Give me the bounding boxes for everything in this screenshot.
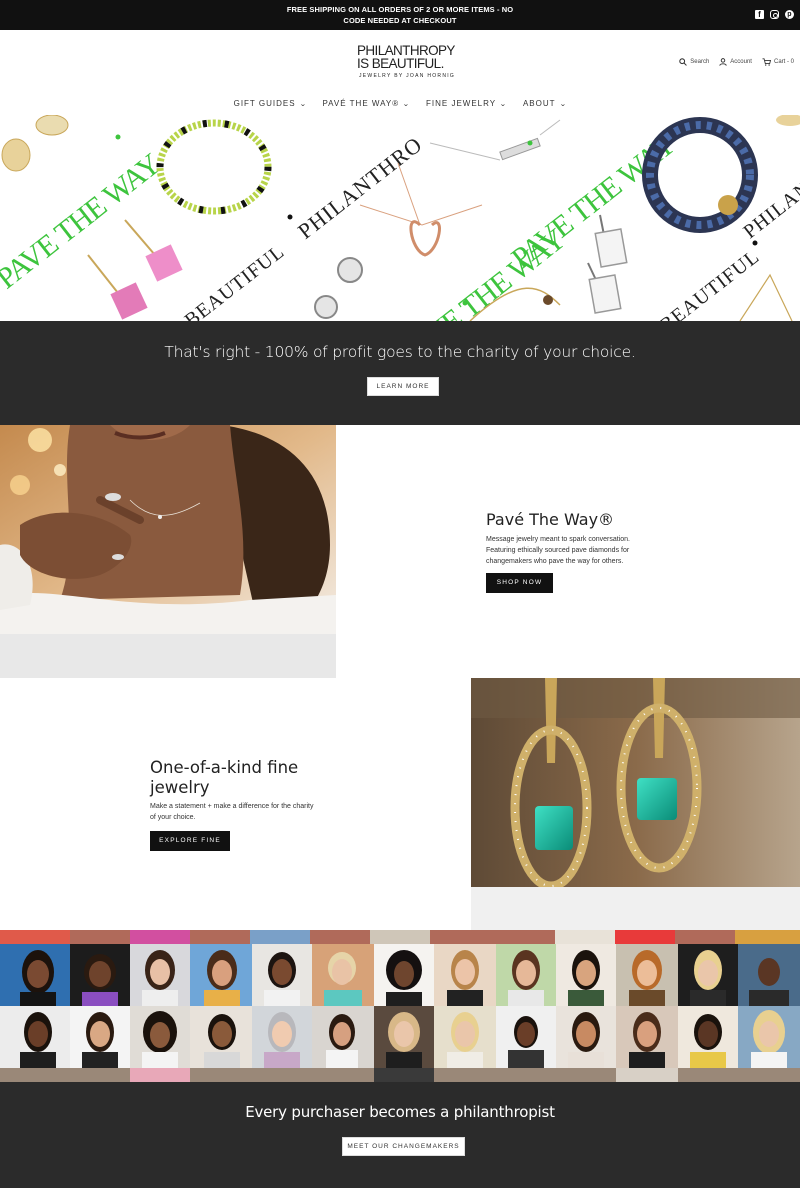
learn-more-button[interactable]: LEARN MORE — [367, 377, 439, 396]
account-link[interactable]: Account — [719, 58, 752, 66]
logo-tagline: JEWELRY BY JOAN HORNIG — [359, 73, 456, 79]
account-icon — [719, 58, 727, 66]
pave-description-line-2: Featuring ethically sourced pave diamond… — [486, 547, 630, 554]
cart-label: Cart - 0 — [773, 59, 794, 65]
chevron-down-icon: ⌄ — [499, 100, 508, 108]
changemakers-mosaic[interactable] — [0, 930, 800, 1082]
facebook-icon[interactable]: f — [755, 10, 764, 19]
emerald-earrings-photo[interactable] — [471, 678, 800, 887]
nav-gift-guides[interactable]: GIFT GUIDES ⌄ — [234, 99, 307, 108]
nav-pave-the-way[interactable]: PAVÉ THE WAY® ⌄ — [322, 99, 410, 108]
nav-fine-jewelry-label: FINE JEWELRY — [426, 99, 497, 108]
fine-description-line-2: of your choice. — [150, 814, 196, 821]
cart-icon — [762, 58, 771, 66]
fine-description-line-1: Make a statement + make a difference for… — [150, 803, 314, 810]
fine-title-line-1: One-of-a-kind fine — [150, 758, 299, 777]
announcement-bar: FREE SHIPPING ON ALL ORDERS OF 2 OR MORE… — [0, 0, 800, 30]
main-nav: GIFT GUIDES ⌄ PAVÉ THE WAY® ⌄ FINE JEWEL… — [0, 99, 800, 108]
shop-now-button[interactable]: SHOP NOW — [486, 573, 553, 593]
utility-nav: Search Account Cart - 0 — [679, 58, 794, 66]
search-label: Search — [690, 59, 710, 65]
changemakers-photo-grid — [0, 930, 800, 1082]
pave-title: Pavé The Way® — [486, 510, 615, 529]
chevron-down-icon: ⌄ — [298, 100, 308, 108]
brand-logo[interactable]: PHILANTHROPY IS BEAUTIFUL. JEWELRY BY JO… — [357, 43, 457, 79]
pinterest-icon[interactable]: p — [785, 10, 794, 19]
emerald-earrings-image — [471, 678, 800, 887]
search-link[interactable]: Search — [679, 58, 709, 66]
fine-photo-backdrop — [471, 887, 800, 930]
charity-banner: That's right - 100% of profit goes to th… — [0, 321, 800, 425]
nav-pave-the-way-label: PAVÉ THE WAY® — [322, 99, 400, 108]
chevron-down-icon: ⌄ — [558, 100, 568, 108]
nav-about-label: ABOUT — [522, 99, 556, 108]
pave-description: Message jewelry meant to spark conversat… — [486, 534, 686, 567]
hero-banner[interactable]: PAVE THE WAY PHILANTHRO PAVE THE WAY BEA… — [0, 115, 800, 321]
fine-title: One-of-a-kind fine jewelry — [150, 758, 298, 798]
meet-changemakers-button[interactable]: MEET OUR CHANGEMAKERS — [342, 1137, 465, 1156]
pave-the-way-section: Pavé The Way® Message jewelry meant to s… — [0, 425, 800, 678]
nav-gift-guides-label: GIFT GUIDES — [233, 99, 296, 108]
fine-jewelry-section: One-of-a-kind fine jewelry Make a statem… — [0, 678, 800, 930]
pave-photo-backdrop — [0, 634, 336, 678]
fine-title-line-2: jewelry — [150, 778, 210, 797]
pave-description-line-3: changemakers who pave the way for others… — [486, 558, 624, 565]
search-icon — [679, 58, 688, 66]
instagram-icon[interactable] — [770, 10, 779, 19]
site-header: PHILANTHROPY IS BEAUTIFUL. JEWELRY BY JO… — [0, 30, 800, 115]
chevron-down-icon: ⌄ — [402, 100, 411, 108]
model-wearing-necklace-image — [0, 425, 336, 634]
pave-model-photo[interactable] — [0, 425, 336, 634]
pave-text-panel: Pavé The Way® Message jewelry meant to s… — [336, 425, 800, 678]
nav-fine-jewelry[interactable]: FINE JEWELRY ⌄ — [426, 99, 507, 108]
changemakers-banner: Every purchaser becomes a philanthropist… — [0, 1082, 800, 1188]
explore-fine-button[interactable]: EXPLORE FINE — [150, 831, 230, 851]
fine-description: Make a statement + make a difference for… — [150, 801, 350, 823]
cart-link[interactable]: Cart - 0 — [762, 58, 794, 66]
charity-tagline: That's right - 100% of profit goes to th… — [164, 343, 636, 361]
social-links: f p — [755, 10, 794, 19]
announcement-line-1: FREE SHIPPING ON ALL ORDERS OF 2 OR MORE… — [286, 5, 514, 14]
changemakers-tagline: Every purchaser becomes a philanthropist — [245, 1103, 555, 1121]
announcement-line-2: CODE NEEDED AT CHECKOUT — [343, 16, 457, 25]
nav-about[interactable]: ABOUT ⌄ — [523, 99, 566, 108]
account-label: Account — [730, 59, 752, 65]
hero-jewelry-art — [1, 115, 800, 321]
logo-line-2: IS BEAUTIFUL. — [357, 55, 444, 72]
pave-description-line-1: Message jewelry meant to spark conversat… — [486, 536, 630, 543]
